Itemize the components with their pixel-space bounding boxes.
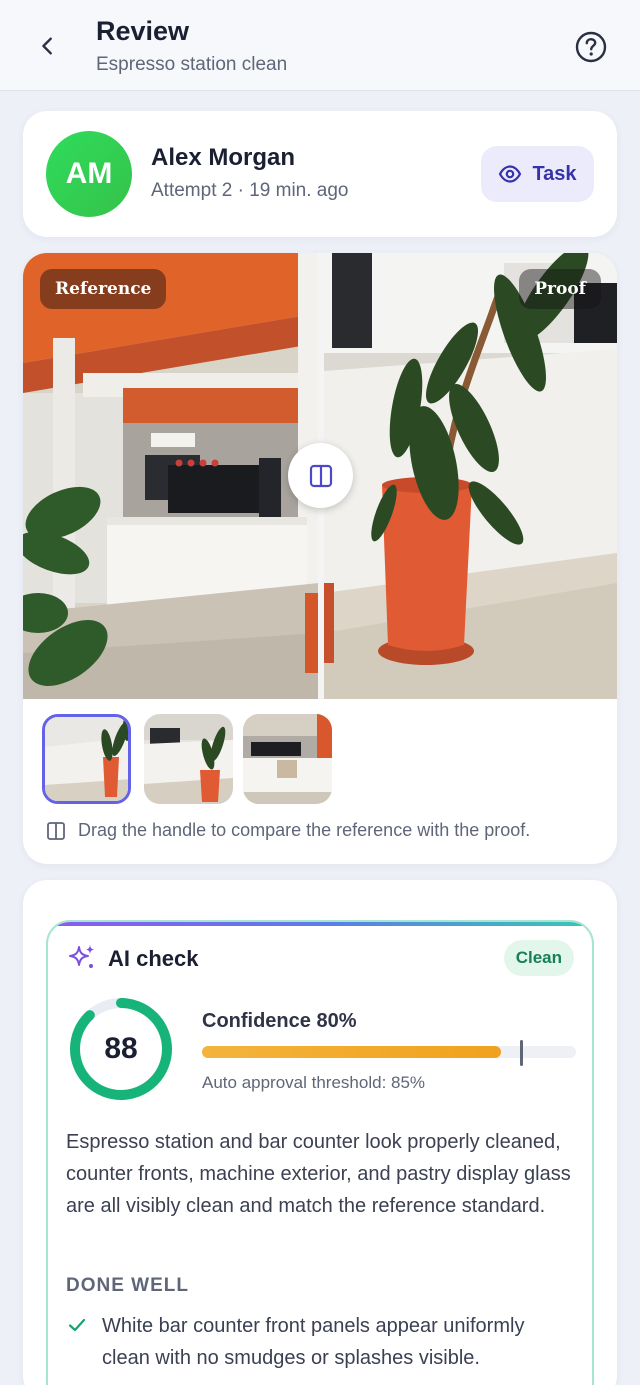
ai-accent-bar <box>48 922 592 926</box>
proof-label: Proof <box>519 269 601 309</box>
attempt-meta: Attempt 2 · 19 min. ago <box>151 180 349 201</box>
done-well-text: White bar counter front panels appear un… <box>102 1315 525 1369</box>
reference-label: Reference <box>40 269 167 309</box>
ai-summary: Espresso station and bar counter look pr… <box>66 1131 571 1217</box>
chevron-left-icon <box>42 37 52 55</box>
avatar: AM <box>46 131 132 217</box>
sparkle-icon <box>69 945 94 968</box>
confidence-bar <box>202 1040 576 1066</box>
compare-card: Reference Proof Drag the handle to compa… <box>23 253 617 864</box>
ai-check-card: AI check Clean 88 Confidence 80% Auto ap… <box>23 880 617 1385</box>
thumbnail-3[interactable] <box>243 714 332 804</box>
split-columns-icon <box>47 821 65 840</box>
task-button[interactable]: Task <box>481 146 594 202</box>
thumbnail-2[interactable] <box>144 714 233 804</box>
back-button[interactable] <box>30 28 66 64</box>
done-well-item: White bar counter front panels appear un… <box>66 1310 576 1374</box>
status-badge: Clean <box>503 940 574 976</box>
compare-hint: Drag the handle to compare the reference… <box>46 820 530 841</box>
thumbnail-1[interactable] <box>42 714 131 804</box>
confidence-fill <box>202 1046 502 1058</box>
task-button-label: Task <box>532 162 577 185</box>
threshold-text: Auto approval threshold: 85% <box>202 1073 426 1092</box>
proof-image <box>324 253 617 699</box>
help-button[interactable] <box>572 28 610 66</box>
compare-hint-text: Drag the handle to compare the reference… <box>78 820 531 840</box>
done-well-heading: DONE WELL <box>66 1275 189 1296</box>
submitter-card: AM Alex Morgan Attempt 2 · 19 min. ago T… <box>23 111 617 237</box>
reference-image <box>23 253 319 699</box>
score-value: 88 <box>104 1032 138 1065</box>
page-title: Review <box>96 16 190 46</box>
compare-handle[interactable] <box>288 443 353 508</box>
help-circle-icon <box>575 31 607 63</box>
ai-check-panel: AI check Clean 88 Confidence 80% Auto ap… <box>46 920 594 1385</box>
page-subtitle: Espresso station clean <box>96 54 288 75</box>
confidence-label: Confidence 80% <box>202 1010 357 1032</box>
split-columns-icon <box>309 464 332 487</box>
app-header: Review Espresso station clean <box>0 0 640 91</box>
threshold-marker <box>519 1040 523 1066</box>
image-compare-slider[interactable]: Reference Proof <box>23 253 617 699</box>
eye-icon <box>499 165 522 183</box>
check-icon <box>68 1318 86 1332</box>
ai-check-title: AI check <box>108 946 199 971</box>
user-name: Alex Morgan <box>151 144 296 171</box>
